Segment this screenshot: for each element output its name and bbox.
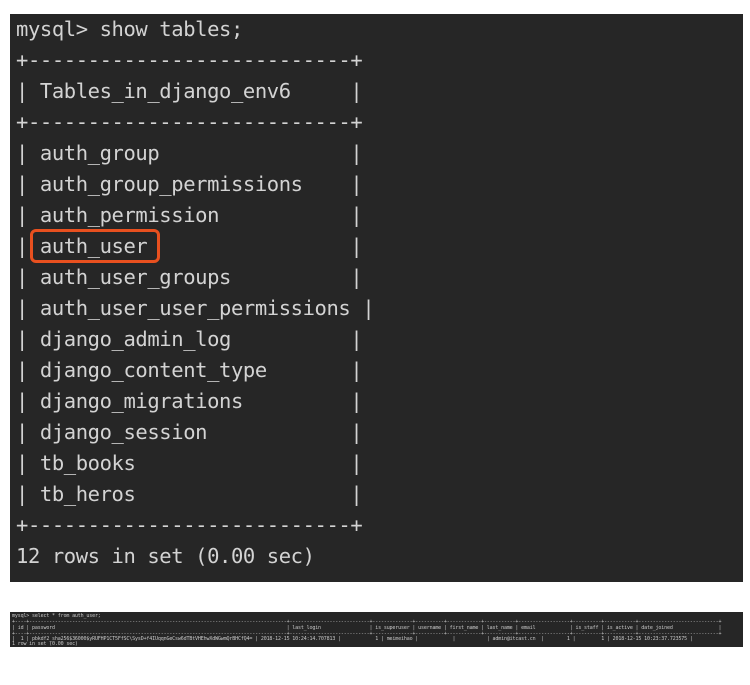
- terminal-select-auth-user: mysql> select * from auth_user; +----+--…: [10, 612, 743, 647]
- highlight-box: [30, 229, 160, 263]
- result-summary: 12 rows in set (0.00 sec): [16, 544, 315, 568]
- table-row: | tb_books |: [16, 451, 363, 475]
- table-row: | auth_group |: [16, 141, 363, 165]
- table-row: | auth_group_permissions |: [16, 172, 363, 196]
- table-row: | 1 | pbkdf2_sha256$36000$yRUFHP1CT5FfSC…: [12, 636, 693, 642]
- table-row: | django_admin_log |: [16, 327, 363, 351]
- table-row: | django_session |: [16, 420, 363, 444]
- table-border-bottom: +---------------------------+: [16, 513, 363, 537]
- table-header: | Tables_in_django_env6 |: [16, 79, 363, 103]
- result-summary: 1 row in set (0.00 sec): [12, 641, 78, 647]
- table-border-mid: +---------------------------+: [16, 110, 363, 134]
- table-row: | django_content_type |: [16, 358, 363, 382]
- table-border-top: +---------------------------+: [16, 48, 363, 72]
- table-row: | auth_user_user_permissions |: [16, 296, 375, 320]
- table-row: | tb_heros |: [16, 482, 363, 506]
- terminal-show-tables: mysql> show tables; +-------------------…: [10, 14, 743, 582]
- table-row: | django_migrations |: [16, 389, 363, 413]
- table-row: | auth_user_groups |: [16, 265, 363, 289]
- table-row: | auth_permission |: [16, 203, 363, 227]
- command-prompt: mysql> show tables;: [16, 17, 243, 41]
